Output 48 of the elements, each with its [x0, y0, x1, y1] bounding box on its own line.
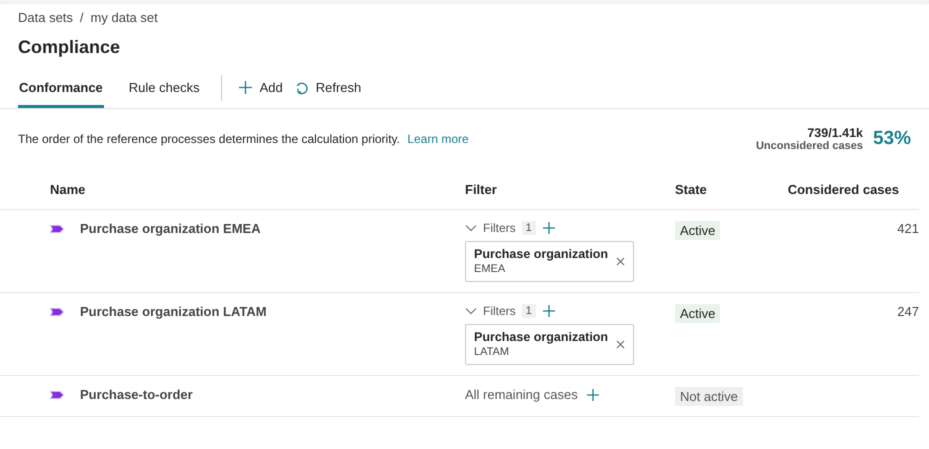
case-ratio: 739/1.41k [807, 126, 863, 140]
state-badge: Active [675, 221, 720, 240]
refresh-button[interactable]: Refresh [294, 80, 362, 95]
add-button[interactable]: Add [238, 80, 283, 95]
percentage: 53% [872, 128, 911, 150]
filter-count: 1 [522, 221, 536, 235]
process-name: Purchase organization LATAM [80, 304, 267, 319]
close-icon[interactable] [616, 340, 625, 348]
column-header: Filter [465, 182, 498, 196]
chip-title: Purchase organization [474, 247, 608, 261]
filter-chip[interactable]: Purchase organization EMEA [465, 241, 634, 282]
breadcrumb-separator: / [80, 10, 84, 24]
tag-icon [50, 390, 64, 398]
chip-value: EMEA [474, 263, 506, 275]
process-name: Purchase organization EMEA [80, 221, 261, 236]
info-text: The order of the reference processes determines the calculation priority. Learn more [18, 132, 470, 146]
filter-count: 1 [522, 304, 536, 318]
filters-label: Filters [483, 221, 516, 235]
chip-title: Purchase organization [474, 330, 608, 344]
refresh-icon [294, 80, 309, 94]
close-icon[interactable] [616, 256, 625, 266]
tag-icon [50, 224, 64, 232]
page-title: Compliance [18, 37, 122, 59]
plus-icon[interactable] [542, 304, 556, 318]
considered-count: 247 [896, 304, 919, 319]
breadcrumb-link[interactable]: my data set [90, 10, 158, 24]
considered-count: 421 [896, 221, 919, 236]
tab[interactable]: Rule checks [128, 67, 201, 108]
state-badge: Not active [675, 387, 743, 406]
tag-icon [50, 308, 64, 316]
plus-icon[interactable] [586, 388, 600, 402]
chevron-icon[interactable] [465, 307, 477, 315]
filter-chip[interactable]: Purchase organization LATAM [465, 324, 634, 365]
chip-value: LATAM [474, 346, 510, 358]
state-badge: Active [675, 304, 720, 323]
column-header: State [675, 182, 708, 196]
column-header: Name [49, 182, 86, 196]
plus-icon[interactable] [542, 221, 556, 235]
chevron-icon[interactable] [465, 224, 477, 232]
tab[interactable]: Conformance [18, 67, 104, 108]
remaining-cases-label: All remaining cases [465, 387, 578, 402]
breadcrumb-link[interactable]: Data sets [18, 10, 73, 24]
summary-label: Unconsidered cases [756, 140, 863, 152]
filters-label: Filters [483, 304, 516, 318]
process-name: Purchase-to-order [80, 387, 193, 402]
plus-icon [238, 80, 253, 95]
column-header: Considered cases [786, 182, 899, 196]
learn-more-link[interactable]: Learn more [407, 132, 469, 146]
